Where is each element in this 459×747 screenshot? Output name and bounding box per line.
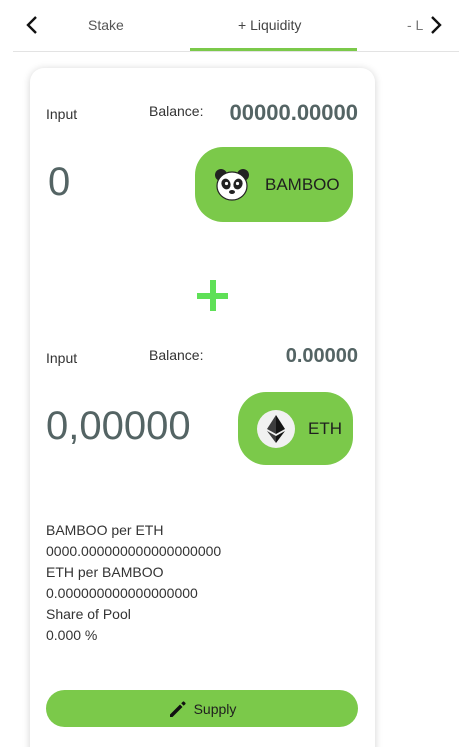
supply-button[interactable]: Supply bbox=[46, 690, 358, 727]
share-of-pool-value: 0.000 % bbox=[46, 627, 98, 643]
token-select-bamboo-button[interactable]: BAMBOO bbox=[195, 147, 353, 222]
eth-per-bamboo-label: ETH per BAMBOO bbox=[46, 564, 164, 580]
ethereum-icon bbox=[257, 409, 295, 448]
input-b-label: Input bbox=[46, 350, 78, 366]
chevron-left-icon[interactable] bbox=[20, 10, 44, 40]
input-a-balance-label: Balance: bbox=[149, 103, 204, 119]
input-b-balance-label: Balance: bbox=[149, 347, 204, 363]
tab-remove-liquidity[interactable]: - L bbox=[407, 17, 423, 33]
plus-icon bbox=[195, 278, 231, 314]
token-select-eth-button[interactable]: ETH bbox=[238, 392, 353, 465]
panda-icon bbox=[213, 166, 251, 204]
eth-per-bamboo-value: 0.000000000000000000 bbox=[46, 585, 198, 601]
input-b-balance-value: 0.00000 bbox=[285, 345, 358, 367]
token-symbol-bamboo: BAMBOO bbox=[265, 174, 340, 194]
supply-button-label: Supply bbox=[193, 700, 237, 717]
input-b-amount[interactable]: 0,00000 bbox=[46, 404, 191, 449]
tab-bar: Stake + Liquidity - L bbox=[0, 0, 459, 52]
tab-stake[interactable]: Stake bbox=[88, 17, 124, 33]
bamboo-per-eth-value: 0000.000000000000000000 bbox=[46, 543, 222, 559]
chevron-right-icon[interactable] bbox=[424, 10, 448, 40]
pool-info: BAMBOO per ETH 0000.000000000000000000 E… bbox=[46, 520, 221, 646]
share-of-pool-label: Share of Pool bbox=[46, 606, 131, 622]
input-a-balance-value: 00000.00000 bbox=[229, 100, 358, 125]
input-a-label: Input bbox=[46, 106, 78, 122]
pencil-icon bbox=[169, 700, 186, 717]
tab-bar-divider bbox=[13, 51, 459, 52]
token-symbol-eth: ETH bbox=[308, 418, 342, 438]
input-a-amount[interactable]: 0 bbox=[48, 160, 70, 205]
liquidity-card: Input Balance: 00000.00000 0 BAMBOO Inpu… bbox=[30, 68, 375, 747]
bamboo-per-eth-label: BAMBOO per ETH bbox=[46, 522, 164, 538]
tab-liquidity[interactable]: + Liquidity bbox=[238, 17, 301, 33]
